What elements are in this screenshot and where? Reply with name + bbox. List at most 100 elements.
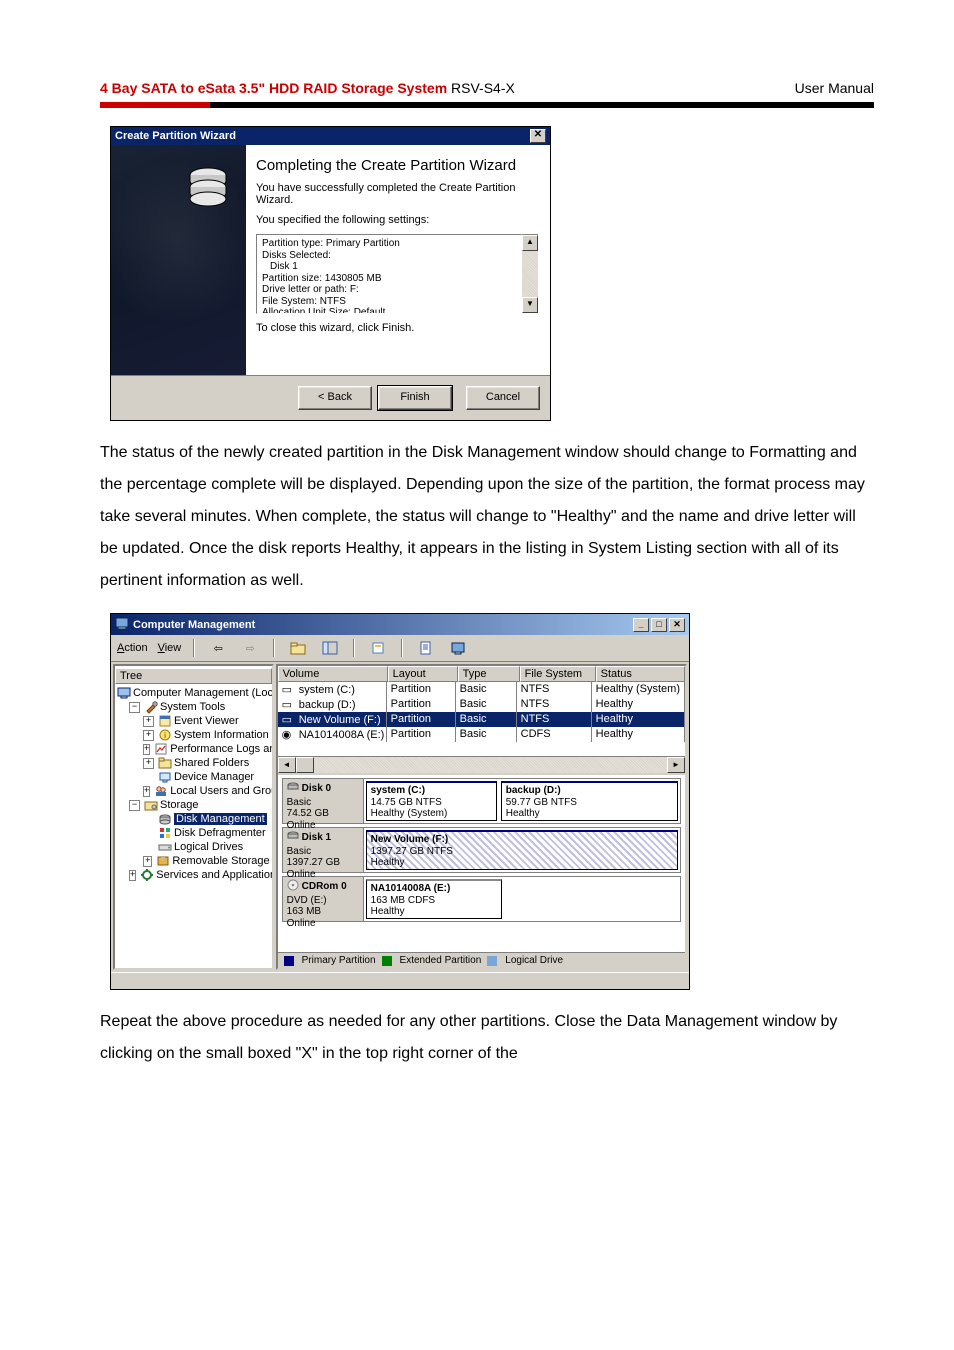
- tree-disk-defrag[interactable]: Disk Defragmenter: [115, 826, 272, 840]
- doc-title-model: RSV-S4-X: [447, 80, 515, 96]
- cdrom-icon: [287, 879, 299, 895]
- wizard-side-graphic: [111, 145, 246, 375]
- users-icon: [154, 784, 168, 798]
- drive-icon: ▭: [282, 698, 296, 711]
- refresh-icon[interactable]: [415, 637, 437, 659]
- volume-hscroll[interactable]: ◄ ►: [278, 756, 685, 773]
- expand-icon[interactable]: +: [143, 786, 150, 797]
- body-paragraph: The status of the newly created partitio…: [100, 437, 874, 597]
- partition-block[interactable]: NA1014008A (E:) 163 MB CDFS Healthy: [366, 879, 503, 919]
- scroll-right-icon[interactable]: ►: [667, 757, 685, 773]
- maximize-icon[interactable]: □: [651, 618, 667, 632]
- partition-block[interactable]: system (C:) 14.75 GB NTFS Healthy (Syste…: [366, 781, 497, 821]
- minimize-icon[interactable]: _: [633, 618, 649, 632]
- up-folder-icon[interactable]: [287, 637, 309, 659]
- volume-list-header[interactable]: Volume Layout Type File System Status: [278, 666, 685, 682]
- wizard-close-hint: To close this wizard, click Finish.: [256, 322, 538, 334]
- defrag-icon: [158, 826, 172, 840]
- expand-icon[interactable]: +: [129, 870, 136, 881]
- properties-icon[interactable]: [367, 637, 389, 659]
- volume-row[interactable]: ◉ NA1014008A (E:) Partition Basic CDFS H…: [278, 727, 685, 742]
- wizard-titlebar: Create Partition Wizard ✕: [111, 127, 550, 145]
- mmc-statusbar: [111, 972, 689, 989]
- tree-shared-folders[interactable]: + Shared Folders: [115, 756, 272, 770]
- scroll-left-icon[interactable]: ◄: [278, 757, 296, 773]
- expand-icon[interactable]: +: [143, 856, 152, 867]
- drive-icon: [158, 840, 172, 854]
- wizard-setting-row: File System: NTFS: [262, 296, 516, 308]
- legend-swatch-logical: [487, 956, 497, 966]
- partition-block[interactable]: backup (D:) 59.77 GB NTFS Healthy: [501, 781, 678, 821]
- close-icon[interactable]: ✕: [669, 618, 685, 632]
- tree-event-viewer[interactable]: + Event Viewer: [115, 714, 272, 728]
- back-button[interactable]: < Back: [298, 386, 372, 410]
- storage-icon: [144, 798, 158, 812]
- tree-root[interactable]: Computer Management (Local): [115, 686, 272, 700]
- tree-disk-management[interactable]: Disk Management: [115, 812, 272, 826]
- info-icon: i: [158, 728, 172, 742]
- svg-text:i: i: [164, 731, 166, 740]
- disk-row[interactable]: Disk 1 Basic 1397.27 GB Online New Volum…: [282, 827, 681, 873]
- menu-action[interactable]: Action: [117, 642, 148, 654]
- cancel-button[interactable]: Cancel: [466, 386, 540, 410]
- tree-storage[interactable]: − Storage: [115, 798, 272, 812]
- nav-forward-icon[interactable]: ⇨: [239, 637, 261, 659]
- wizard-title: Create Partition Wizard: [115, 130, 236, 142]
- disk-row[interactable]: Disk 0 Basic 74.52 GB Online system (C:)…: [282, 778, 681, 824]
- col-filesystem[interactable]: File System: [520, 666, 596, 682]
- wizard-subtext: You have successfully completed the Crea…: [256, 182, 538, 206]
- device-icon: [158, 770, 172, 784]
- disk-row[interactable]: CDRom 0 DVD (E:) 163 MB Online NA1014008…: [282, 876, 681, 922]
- drive-icon: ▭: [282, 713, 296, 726]
- col-layout[interactable]: Layout: [388, 666, 458, 682]
- disk-icon: [287, 830, 299, 846]
- folder-icon: [158, 756, 172, 770]
- collapse-icon[interactable]: −: [129, 702, 140, 713]
- close-icon[interactable]: ✕: [530, 129, 546, 143]
- expand-icon[interactable]: +: [143, 744, 150, 755]
- doc-header: 4 Bay SATA to eSata 3.5" HDD RAID Storag…: [100, 80, 874, 96]
- finish-button[interactable]: Finish: [378, 386, 452, 410]
- mmc-toolbar: Action View ⇦ ⇨: [111, 635, 689, 662]
- wizard-setting-row: Disk 1: [262, 261, 516, 273]
- wizard-settings-scrollbar[interactable]: ▲ ▼: [522, 234, 538, 314]
- col-volume[interactable]: Volume: [278, 666, 388, 682]
- removable-icon: [156, 854, 170, 868]
- collapse-icon[interactable]: −: [129, 800, 140, 811]
- services-icon: [140, 868, 154, 882]
- doc-title-bold: 4 Bay SATA to eSata 3.5" HDD RAID Storag…: [100, 80, 447, 96]
- nav-back-icon[interactable]: ⇦: [207, 637, 229, 659]
- tree-local-users[interactable]: + Local Users and Groups: [115, 784, 272, 798]
- wizard-setting-row: Allocation Unit Size: Default: [262, 307, 516, 314]
- menu-view[interactable]: View: [158, 642, 182, 654]
- expand-icon[interactable]: +: [143, 730, 154, 741]
- header-rule: [100, 102, 874, 108]
- col-type[interactable]: Type: [458, 666, 520, 682]
- scroll-down-icon[interactable]: ▼: [522, 297, 538, 313]
- tree-perf-logs[interactable]: + Performance Logs and Alerts: [115, 742, 272, 756]
- mmc-title: Computer Management: [133, 619, 255, 631]
- create-partition-wizard-window: Create Partition Wizard ✕ Completing the…: [110, 126, 551, 421]
- partition-block-selected[interactable]: New Volume (F:) 1397.27 GB NTFS Healthy: [366, 830, 678, 870]
- show-tree-icon[interactable]: [319, 637, 341, 659]
- mmc-tree-panel[interactable]: Tree Computer Management (Local) − Syste…: [113, 664, 274, 970]
- doc-header-right: User Manual: [795, 80, 874, 96]
- col-status[interactable]: Status: [596, 666, 685, 682]
- scroll-up-icon[interactable]: ▲: [522, 235, 538, 251]
- wizard-setting-row: Disks Selected:: [262, 250, 516, 262]
- tree-device-manager[interactable]: Device Manager: [115, 770, 272, 784]
- legend-swatch-primary: [284, 956, 294, 966]
- tree-removable-storage[interactable]: + Removable Storage: [115, 854, 272, 868]
- wizard-setting-row: Partition type: Primary Partition: [262, 238, 516, 250]
- volume-row-selected[interactable]: ▭ New Volume (F:) Partition Basic NTFS H…: [278, 712, 685, 727]
- disk-graphical-pane[interactable]: Disk 0 Basic 74.52 GB Online system (C:)…: [278, 773, 685, 952]
- tree-system-info[interactable]: + i System Information: [115, 728, 272, 742]
- tree-system-tools[interactable]: − System Tools: [115, 700, 272, 714]
- settings-icon[interactable]: [447, 637, 469, 659]
- expand-icon[interactable]: +: [143, 716, 154, 727]
- tree-services-apps[interactable]: + Services and Applications: [115, 868, 272, 882]
- volume-row[interactable]: ▭ backup (D:) Partition Basic NTFS Healt…: [278, 697, 685, 712]
- expand-icon[interactable]: +: [143, 758, 154, 769]
- tree-logical-drives[interactable]: Logical Drives: [115, 840, 272, 854]
- volume-row[interactable]: ▭ system (C:) Partition Basic NTFS Healt…: [278, 682, 685, 697]
